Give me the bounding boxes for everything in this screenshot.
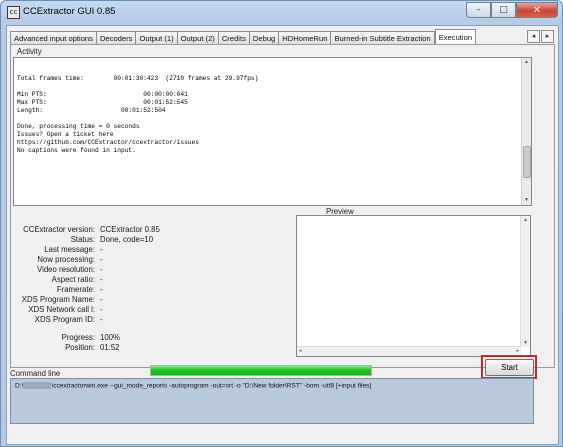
tab-strip: Advanced input options Decoders Output (… [10, 29, 477, 45]
execution-page: Activity Total frames time: 00:01:30:423… [10, 44, 555, 379]
tab-output-1[interactable]: Output (1) [136, 31, 178, 45]
status-value: 01:52 [100, 343, 120, 352]
status-row: Last message: - [11, 245, 291, 255]
status-value: - [100, 285, 103, 294]
tab-scroll-buttons: ◂ ▸ [527, 30, 554, 43]
status-label: Position: [65, 343, 95, 352]
status-value: CCExtractor 0.85 [100, 225, 160, 234]
command-line-drive: D:\ [15, 382, 24, 390]
command-line-command: \ccextractorwin.exe --gui_mode_reports -… [51, 382, 372, 390]
status-label: Framerate: [56, 285, 95, 294]
scroll-up-icon[interactable]: ▲ [523, 217, 528, 223]
tab-execution[interactable]: Execution [434, 29, 477, 45]
scroll-left-icon[interactable]: ◂ [299, 348, 302, 354]
cc-icon[interactable]: cc [7, 6, 20, 19]
status-value: - [100, 255, 103, 264]
status-row: CCExtractor version: CCExtractor 0.85 [11, 225, 291, 235]
minimize-button[interactable]: – [466, 2, 491, 18]
caption-buttons: – □ ✕ [466, 2, 558, 19]
start-button[interactable]: Start [485, 359, 534, 376]
status-label: Aspect ratio: [51, 275, 95, 284]
scroll-down-icon[interactable]: ▼ [522, 196, 531, 205]
activity-log-text: Total frames time: 00:01:30:423 (2710 fr… [17, 75, 259, 154]
status-row: Position: 01:52 [11, 343, 291, 353]
scroll-down-icon[interactable]: ▼ [523, 340, 528, 346]
window-title: CCExtractor GUI 0.85 [23, 6, 116, 17]
status-label: XDS Network call l: [28, 305, 95, 314]
status-value: - [100, 275, 103, 284]
preview-vertical-scrollbar[interactable]: ▲ ▼ [520, 216, 530, 347]
tab-advanced-input-options[interactable]: Advanced input options [10, 31, 97, 45]
redacted-path [23, 382, 52, 389]
status-label: CCExtractor version: [23, 225, 95, 234]
status-row: Status: Done, code=10 [11, 235, 291, 245]
tab-decoders[interactable]: Decoders [96, 31, 137, 45]
scroll-right-icon[interactable]: ▸ [516, 348, 519, 354]
status-label: Now processing: [37, 255, 95, 264]
tab-scroll-left-icon[interactable]: ◂ [527, 30, 540, 43]
status-row: XDS Program Name: - [11, 295, 291, 305]
status-value: - [100, 305, 103, 314]
client-area: Advanced input options Decoders Output (… [6, 25, 559, 445]
command-line-text: D:\ \ccextractorwin.exe --gui_mode_report… [15, 382, 371, 389]
tab-burned-in-subtitle-extraction[interactable]: Burned-in Subtitle Extraction [331, 31, 435, 45]
close-button[interactable]: ✕ [516, 2, 558, 18]
tab-output-2[interactable]: Output (2) [177, 31, 219, 45]
status-label: Progress: [61, 333, 95, 342]
status-row: Now processing: - [11, 255, 291, 265]
status-row: Video resolution: - [11, 265, 291, 275]
maximize-button[interactable]: □ [491, 2, 516, 18]
status-row: XDS Network call l: - [11, 305, 291, 315]
status-value: Done, code=10 [100, 235, 154, 244]
status-label: Status: [70, 235, 95, 244]
status-value: - [100, 245, 103, 254]
status-label: XDS Program Name: [21, 295, 95, 304]
tab-scroll-right-icon[interactable]: ▸ [541, 30, 554, 43]
status-value: - [100, 265, 103, 274]
status-row: Framerate: - [11, 285, 291, 295]
activity-scrollbar[interactable]: ▲ ▼ [521, 58, 531, 205]
app-window: cc CCExtractor GUI 0.85 – □ ✕ Advanced i… [0, 0, 563, 447]
activity-log[interactable]: Total frames time: 00:01:30:423 (2710 fr… [13, 57, 532, 206]
scrollbar-thumb[interactable] [523, 146, 531, 178]
status-value: - [100, 295, 103, 304]
scroll-up-icon[interactable]: ▲ [522, 58, 531, 67]
command-line-box[interactable]: D:\ \ccextractorwin.exe --gui_mode_report… [10, 378, 534, 424]
progress-bar [150, 365, 372, 376]
status-value: 100% [100, 333, 120, 342]
tab-debug[interactable]: Debug [249, 31, 280, 45]
command-line-label: Command line [10, 369, 61, 378]
status-value: - [100, 315, 103, 324]
preview-area: ▲ ▼ ◂ ▸ [296, 215, 531, 357]
progress-bar-fill [151, 366, 371, 375]
activity-label: Activity [17, 47, 42, 56]
status-row: XDS Program ID: - [11, 315, 291, 325]
status-label: Last message: [44, 245, 95, 254]
status-row: Aspect ratio: - [11, 275, 291, 285]
tab-credits[interactable]: Credits [218, 31, 250, 45]
status-label: Video resolution: [37, 265, 95, 274]
title-bar[interactable]: cc CCExtractor GUI 0.85 – □ ✕ [1, 1, 562, 25]
tab-hdhomerun[interactable]: HDHomeRun [279, 31, 332, 45]
status-label: XDS Program ID: [34, 315, 95, 324]
status-row: Progress: 100% [11, 333, 291, 343]
